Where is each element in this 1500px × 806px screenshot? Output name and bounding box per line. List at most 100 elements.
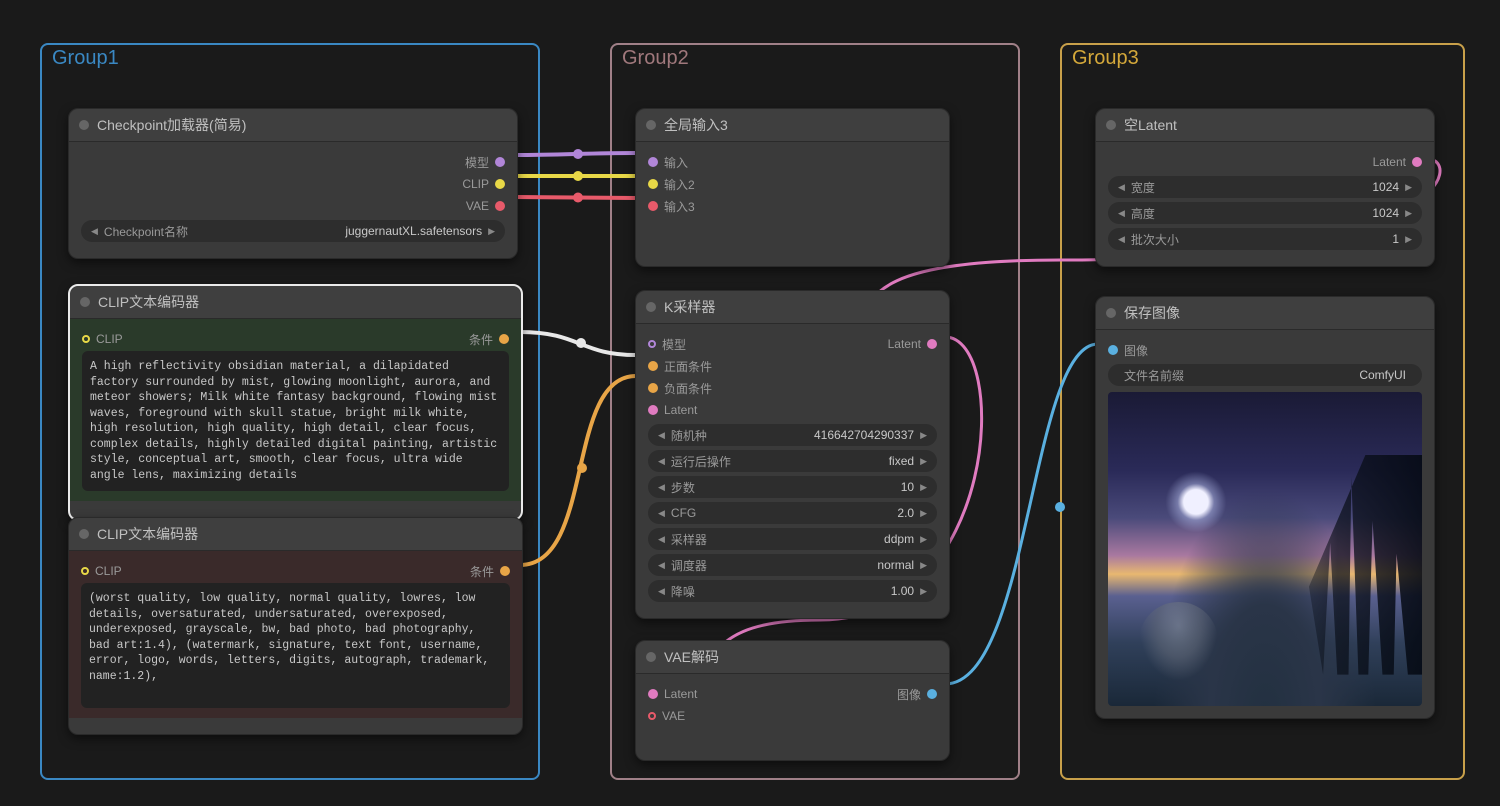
arrow-left-icon[interactable]: ◀: [656, 482, 667, 493]
node-header[interactable]: 空Latent: [1096, 109, 1434, 142]
vae-decode-node[interactable]: VAE解码 Latent 图像 VAE: [635, 640, 950, 761]
arrow-left-icon[interactable]: ◀: [1116, 208, 1127, 219]
input-latent-label: Latent: [664, 687, 697, 701]
filename-prefix-widget[interactable]: 文件名前缀 ComfyUI: [1108, 364, 1422, 386]
arrow-right-icon[interactable]: ▶: [918, 534, 929, 545]
output-vae-label: VAE: [466, 199, 489, 213]
port-cond-out[interactable]: [499, 334, 509, 344]
input-neg-label: 负面条件: [664, 380, 712, 397]
latent-param-1[interactable]: ◀高度1024▶: [1108, 202, 1422, 224]
group-title[interactable]: Group3: [1072, 47, 1139, 70]
port-in3[interactable]: [648, 201, 658, 211]
node-header[interactable]: 全局输入3: [636, 109, 949, 142]
widget-label: 高度: [1127, 205, 1155, 222]
port-in2[interactable]: [648, 179, 658, 189]
port-image-in[interactable]: [1108, 345, 1118, 355]
arrow-left-icon[interactable]: ◀: [1116, 234, 1127, 245]
port-clip-out[interactable]: [495, 179, 505, 189]
ksampler-param-4[interactable]: ◀采样器ddpm▶: [648, 528, 937, 550]
port-latent-in[interactable]: [648, 405, 658, 415]
checkpoint-name-widget[interactable]: ◀ Checkpoint名称 juggernautXL.safetensors …: [81, 220, 505, 242]
collapse-icon[interactable]: [646, 120, 656, 130]
ksampler-param-2[interactable]: ◀步数10▶: [648, 476, 937, 498]
arrow-right-icon[interactable]: ▶: [1403, 234, 1414, 245]
arrow-left-icon[interactable]: ◀: [656, 508, 667, 519]
ksampler-node[interactable]: K采样器 模型 Latent 正面条件 负面条件 Latent ◀随机种4166…: [635, 290, 950, 619]
port-model-out[interactable]: [495, 157, 505, 167]
arrow-right-icon[interactable]: ▶: [918, 508, 929, 519]
group-title[interactable]: Group1: [52, 47, 119, 70]
input3-label: 输入3: [664, 198, 695, 215]
collapse-icon[interactable]: [646, 302, 656, 312]
input-clip-label: CLIP: [95, 564, 122, 578]
arrow-right-icon[interactable]: ▶: [918, 560, 929, 571]
port-in1[interactable]: [648, 157, 658, 167]
port-vae-out[interactable]: [495, 201, 505, 211]
arrow-left-icon[interactable]: ◀: [1116, 182, 1127, 193]
arrow-left-icon[interactable]: ◀: [656, 534, 667, 545]
latent-param-0[interactable]: ◀宽度1024▶: [1108, 176, 1422, 198]
arrow-right-icon[interactable]: ▶: [1403, 208, 1414, 219]
group-title[interactable]: Group2: [622, 47, 689, 70]
arrow-right-icon[interactable]: ▶: [918, 586, 929, 597]
port-model-in[interactable]: [648, 340, 656, 348]
widget-value: normal: [877, 558, 918, 572]
node-title: 全局输入3: [664, 115, 728, 135]
latent-param-2[interactable]: ◀批次大小1▶: [1108, 228, 1422, 250]
arrow-left-icon[interactable]: ◀: [656, 430, 667, 441]
ksampler-param-0[interactable]: ◀随机种416642704290337▶: [648, 424, 937, 446]
port-neg-in[interactable]: [648, 383, 658, 393]
input-vae-label: VAE: [662, 709, 685, 723]
clip-positive-node[interactable]: CLIP文本编码器 CLIP 条件 A high reflectivity ob…: [68, 284, 523, 521]
node-header[interactable]: K采样器: [636, 291, 949, 324]
port-latent-out[interactable]: [1412, 157, 1422, 167]
port-latent-in[interactable]: [648, 689, 658, 699]
port-vae-in[interactable]: [648, 712, 656, 720]
arrow-left-icon[interactable]: ◀: [656, 586, 667, 597]
ksampler-param-1[interactable]: ◀运行后操作fixed▶: [648, 450, 937, 472]
widget-label: 批次大小: [1127, 231, 1179, 248]
ksampler-param-3[interactable]: ◀CFG 2.0▶: [648, 502, 937, 524]
arrow-right-icon[interactable]: ▶: [918, 430, 929, 441]
arrow-left-icon[interactable]: ◀: [656, 456, 667, 467]
node-header[interactable]: CLIP文本编码器: [70, 286, 521, 319]
collapse-icon[interactable]: [1106, 120, 1116, 130]
collapse-icon[interactable]: [80, 297, 90, 307]
collapse-icon[interactable]: [79, 120, 89, 130]
port-pos-in[interactable]: [648, 361, 658, 371]
widget-label: 降噪: [667, 583, 695, 600]
negative-prompt-textarea[interactable]: (worst quality, low quality, normal qual…: [81, 583, 510, 708]
arrow-right-icon[interactable]: ▶: [486, 226, 497, 237]
collapse-icon[interactable]: [79, 529, 89, 539]
collapse-icon[interactable]: [1106, 308, 1116, 318]
arrow-left-icon[interactable]: ◀: [656, 560, 667, 571]
port-image-out[interactable]: [927, 689, 937, 699]
ksampler-param-6[interactable]: ◀降噪1.00▶: [648, 580, 937, 602]
arrow-right-icon[interactable]: ▶: [1403, 182, 1414, 193]
port-latent-out[interactable]: [927, 339, 937, 349]
output-preview-image[interactable]: [1108, 392, 1422, 706]
arrow-right-icon[interactable]: ▶: [918, 456, 929, 467]
save-image-node[interactable]: 保存图像 图像 文件名前缀 ComfyUI: [1095, 296, 1435, 719]
port-clip-in[interactable]: [82, 335, 90, 343]
widget-value: 2.0: [897, 506, 918, 520]
arrow-right-icon[interactable]: ▶: [918, 482, 929, 493]
empty-latent-node[interactable]: 空Latent Latent ◀宽度1024▶◀高度1024▶◀批次大小1▶: [1095, 108, 1435, 267]
port-clip-in[interactable]: [81, 567, 89, 575]
widget-value: 10: [901, 480, 918, 494]
node-header[interactable]: Checkpoint加载器(简易): [69, 109, 517, 142]
ksampler-param-5[interactable]: ◀调度器normal▶: [648, 554, 937, 576]
collapse-icon[interactable]: [646, 652, 656, 662]
checkpoint-loader-node[interactable]: Checkpoint加载器(简易) 模型 CLIP VAE ◀ Checkpoi…: [68, 108, 518, 259]
node-header[interactable]: CLIP文本编码器: [69, 518, 522, 551]
global-input-node[interactable]: 全局输入3 输入 输入2 输入3: [635, 108, 950, 267]
port-cond-out[interactable]: [500, 566, 510, 576]
clip-negative-node[interactable]: CLIP文本编码器 CLIP 条件 (worst quality, low qu…: [68, 517, 523, 735]
node-header[interactable]: VAE解码: [636, 641, 949, 674]
input-image-label: 图像: [1124, 342, 1148, 359]
node-header[interactable]: 保存图像: [1096, 297, 1434, 330]
widget-label: CFG: [667, 506, 696, 520]
positive-prompt-textarea[interactable]: A high reflectivity obsidian material, a…: [82, 351, 509, 491]
widget-label: 文件名前缀: [1116, 367, 1184, 384]
arrow-left-icon[interactable]: ◀: [89, 226, 100, 237]
